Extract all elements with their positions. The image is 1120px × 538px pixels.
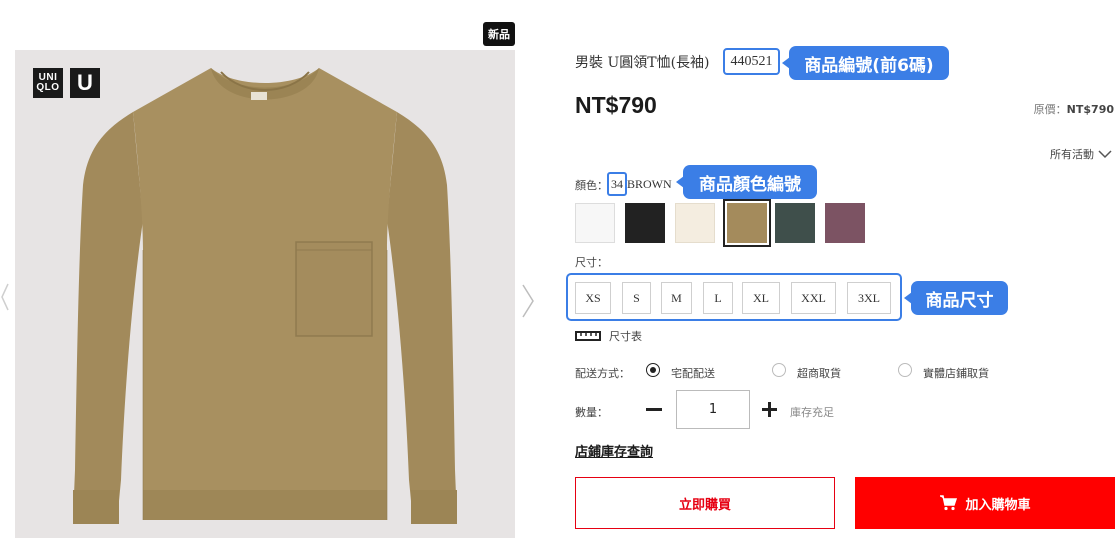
radio-home-delivery[interactable] — [646, 363, 660, 377]
callout-color-code: 商品顏色編號 — [676, 165, 817, 199]
plus-icon[interactable] — [762, 402, 777, 417]
size-option-xl[interactable]: XL — [742, 282, 780, 314]
callout-product-code: 商品編號(前6碼) — [782, 46, 949, 80]
product-image: UNI QLO U — [15, 50, 515, 538]
size-label: 尺寸： — [575, 256, 608, 269]
radio-convenience-store[interactable] — [772, 363, 786, 377]
add-to-cart-button[interactable]: 加入購物車 — [855, 477, 1115, 529]
original-price: 原價：NT$790 — [1034, 101, 1114, 117]
all-events-label: 所有活動 — [1050, 148, 1094, 161]
color-swatch-black[interactable] — [625, 203, 665, 243]
new-badge: 新品 — [483, 22, 515, 46]
color-swatch-white[interactable] — [575, 203, 615, 243]
u-logo: U — [70, 68, 100, 98]
radio-convenience-store-label[interactable]: 超商取貨 — [797, 365, 841, 381]
radio-store-pickup[interactable] — [898, 363, 912, 377]
size-option-s[interactable]: S — [622, 282, 651, 314]
size-option-m[interactable]: M — [661, 282, 692, 314]
product-code: 440521 — [723, 48, 780, 75]
product-price: NT$790 — [575, 92, 657, 118]
stock-status: 庫存充足 — [790, 406, 834, 419]
delivery-label: 配送方式： — [575, 367, 630, 380]
buy-now-button[interactable]: 立即購買 — [575, 477, 835, 529]
size-option-l[interactable]: L — [703, 282, 733, 314]
size-option-xs[interactable]: XS — [575, 282, 611, 314]
size-option-xxl[interactable]: XXL — [791, 282, 836, 314]
color-label: 顏色： — [575, 179, 608, 192]
color-code: 34 — [607, 172, 627, 196]
quantity-label: 數量： — [575, 406, 608, 419]
buy-now-label: 立即購買 — [678, 497, 731, 513]
color-swatch-cream[interactable] — [675, 203, 715, 243]
all-events-toggle[interactable]: 所有活動 — [1050, 146, 1112, 162]
shirt-illustration — [73, 68, 457, 524]
size-chart-link[interactable]: 尺寸表 — [609, 328, 642, 344]
cart-icon — [940, 495, 958, 511]
radio-home-delivery-label[interactable]: 宅配配送 — [671, 365, 715, 381]
chevron-down-icon — [1098, 150, 1112, 159]
add-to-cart-label: 加入購物車 — [965, 497, 1031, 513]
quantity-input[interactable]: 1 — [676, 390, 750, 429]
color-name: BROWN — [627, 177, 672, 191]
uniqlo-logo: UNI QLO — [33, 68, 63, 98]
callout-size: 商品尺寸 — [904, 281, 1008, 315]
minus-icon[interactable] — [646, 408, 662, 411]
product-title: 男裝 U圓領T恤(長袖) — [575, 55, 710, 71]
color-swatch-dark-green[interactable] — [775, 203, 815, 243]
original-price-label: 原價： — [1033, 103, 1067, 116]
color-swatch-wine[interactable] — [825, 203, 865, 243]
ruler-icon[interactable] — [575, 329, 601, 341]
logo-line-2: QLO — [36, 82, 60, 93]
size-option-3xl[interactable]: 3XL — [847, 282, 891, 314]
color-swatch-brown[interactable] — [723, 199, 771, 247]
store-stock-link[interactable]: 店鋪庫存查詢 — [575, 441, 653, 460]
next-image-arrow-icon[interactable] — [520, 283, 536, 319]
original-price-value: NT$790 — [1066, 103, 1114, 116]
radio-store-pickup-label[interactable]: 實體店鋪取貨 — [923, 365, 989, 381]
prev-image-arrow-icon[interactable] — [0, 282, 10, 312]
